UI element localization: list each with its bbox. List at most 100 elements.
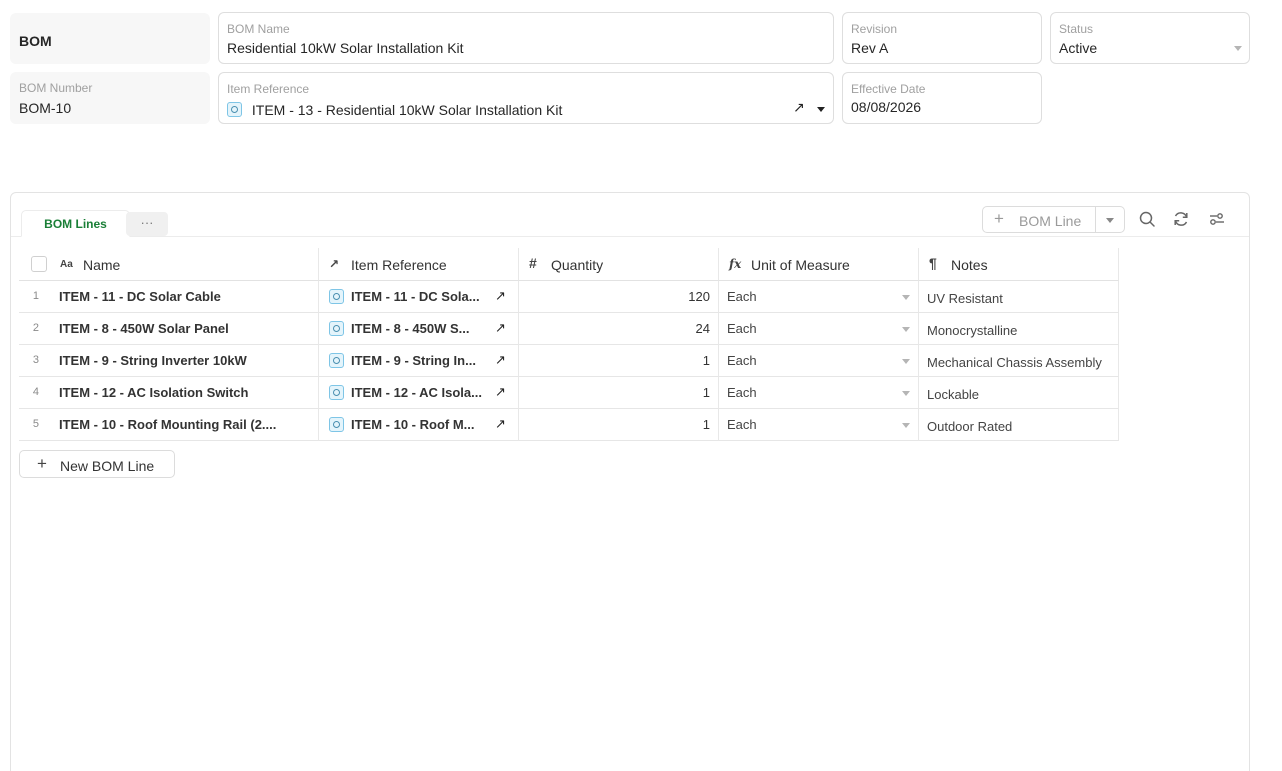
unit-of-measure-cell[interactable]: Each bbox=[719, 377, 919, 409]
row-name: ITEM - 8 - 450W Solar Panel bbox=[59, 321, 229, 336]
formula-type-icon: fx bbox=[729, 257, 742, 271]
notes-cell[interactable]: Outdoor Rated bbox=[919, 409, 1119, 441]
quantity-cell[interactable]: 1 bbox=[519, 377, 719, 409]
plus-icon: + bbox=[37, 454, 47, 473]
text-type-icon: Aa bbox=[60, 259, 73, 270]
row-item-reference: ITEM - 10 - Roof M... bbox=[351, 417, 475, 432]
column-header-notes[interactable]: ¶ Notes bbox=[919, 248, 1119, 281]
bom-name-field[interactable]: BOM Name Residential 10kW Solar Installa… bbox=[218, 12, 834, 64]
item-icon bbox=[329, 289, 344, 304]
name-cell[interactable]: 5 ITEM - 10 - Roof Mounting Rail (2.... bbox=[19, 409, 319, 441]
effective-date-field[interactable]: Effective Date 08/08/2026 bbox=[842, 72, 1042, 124]
bom-name-value[interactable]: Residential 10kW Solar Installation Kit bbox=[227, 40, 464, 56]
row-number: 4 bbox=[32, 386, 39, 398]
plus-icon: + bbox=[994, 209, 1004, 228]
row-number: 2 bbox=[32, 322, 39, 334]
row-unit: Each bbox=[727, 321, 757, 336]
row-quantity: 1 bbox=[702, 385, 710, 400]
quantity-cell[interactable]: 1 bbox=[519, 409, 719, 441]
row-unit: Each bbox=[727, 289, 757, 304]
tab-more[interactable]: ··· bbox=[126, 212, 168, 236]
open-link-icon[interactable]: ↗ bbox=[495, 384, 506, 400]
item-icon bbox=[329, 385, 344, 400]
search-icon[interactable] bbox=[1137, 209, 1157, 229]
open-link-icon[interactable]: ↗ bbox=[495, 416, 506, 432]
unit-of-measure-cell[interactable]: Each bbox=[719, 313, 919, 345]
status-select[interactable]: Status Active bbox=[1050, 12, 1250, 64]
notes-cell[interactable]: Mechanical Chassis Assembly bbox=[919, 345, 1119, 377]
open-link-icon[interactable]: ↗ bbox=[495, 320, 506, 336]
open-link-icon[interactable]: ↗ bbox=[495, 352, 506, 368]
chevron-down-icon[interactable] bbox=[902, 391, 910, 396]
effective-date-label: Effective Date bbox=[851, 82, 926, 96]
unit-of-measure-cell[interactable]: Each bbox=[719, 281, 919, 313]
link-type-icon: ↗ bbox=[329, 257, 340, 271]
row-quantity: 1 bbox=[702, 417, 710, 432]
row-name: ITEM - 10 - Roof Mounting Rail (2.... bbox=[59, 417, 277, 432]
chevron-down-icon[interactable] bbox=[1106, 218, 1114, 223]
row-item-reference: ITEM - 9 - String In... bbox=[351, 353, 476, 368]
tab-bar: BOM Lines ··· + BOM Line bbox=[11, 193, 1249, 237]
new-bom-line-button[interactable]: + New BOM Line bbox=[19, 450, 175, 478]
row-notes: Mechanical Chassis Assembly bbox=[927, 355, 1102, 370]
unit-of-measure-cell[interactable]: Each bbox=[719, 409, 919, 441]
row-notes: Monocrystalline bbox=[927, 323, 1018, 338]
row-number: 5 bbox=[32, 418, 39, 430]
chevron-down-icon[interactable] bbox=[817, 107, 825, 112]
refresh-icon[interactable] bbox=[1171, 209, 1191, 229]
row-number: 3 bbox=[32, 354, 39, 366]
item-reference-cell[interactable]: ITEM - 12 - AC Isola... ↗ bbox=[319, 377, 519, 409]
bom-lines-panel: BOM Lines ··· + BOM Line Aa Name ↗ Item … bbox=[10, 192, 1250, 771]
row-name: ITEM - 9 - String Inverter 10kW bbox=[59, 353, 247, 368]
bom-name-label: BOM Name bbox=[227, 22, 290, 36]
row-name: ITEM - 12 - AC Isolation Switch bbox=[59, 385, 249, 400]
effective-date-value[interactable]: 08/08/2026 bbox=[851, 99, 921, 115]
add-bom-line-button[interactable]: + BOM Line bbox=[982, 206, 1125, 233]
column-label: Quantity bbox=[551, 257, 604, 273]
open-link-icon[interactable]: ↗ bbox=[793, 99, 805, 116]
row-number: 1 bbox=[32, 290, 39, 302]
name-cell[interactable]: 1 ITEM - 11 - DC Solar Cable bbox=[19, 281, 319, 313]
column-header-item-reference[interactable]: ↗ Item Reference bbox=[319, 248, 519, 281]
settings-icon[interactable] bbox=[1207, 209, 1227, 229]
column-header-quantity[interactable]: # Quantity bbox=[519, 248, 719, 281]
column-label: Unit of Measure bbox=[751, 257, 850, 273]
name-cell[interactable]: 2 ITEM - 8 - 450W Solar Panel bbox=[19, 313, 319, 345]
name-cell[interactable]: 4 ITEM - 12 - AC Isolation Switch bbox=[19, 377, 319, 409]
row-name: ITEM - 11 - DC Solar Cable bbox=[59, 289, 221, 304]
number-type-icon: # bbox=[529, 255, 537, 271]
quantity-cell[interactable]: 120 bbox=[519, 281, 719, 313]
item-reference-value[interactable]: ITEM - 13 - Residential 10kW Solar Insta… bbox=[227, 102, 562, 118]
select-all-checkbox[interactable] bbox=[31, 256, 47, 272]
chevron-down-icon[interactable] bbox=[902, 359, 910, 364]
item-icon bbox=[329, 321, 344, 336]
unit-of-measure-cell[interactable]: Each bbox=[719, 345, 919, 377]
chevron-down-icon[interactable] bbox=[902, 327, 910, 332]
item-reference-cell[interactable]: ITEM - 9 - String In... ↗ bbox=[319, 345, 519, 377]
notes-cell[interactable]: UV Resistant bbox=[919, 281, 1119, 313]
column-header-unit-of-measure[interactable]: fx Unit of Measure bbox=[719, 248, 919, 281]
notes-cell[interactable]: Lockable bbox=[919, 377, 1119, 409]
revision-field[interactable]: Revision Rev A bbox=[842, 12, 1042, 64]
item-reference-cell[interactable]: ITEM - 8 - 450W S... ↗ bbox=[319, 313, 519, 345]
name-cell[interactable]: 3 ITEM - 9 - String Inverter 10kW bbox=[19, 345, 319, 377]
item-reference-cell[interactable]: ITEM - 11 - DC Sola... ↗ bbox=[319, 281, 519, 313]
chevron-down-icon[interactable] bbox=[1234, 46, 1242, 51]
revision-value[interactable]: Rev A bbox=[851, 40, 888, 56]
column-header-name[interactable]: Aa Name bbox=[19, 248, 319, 281]
chevron-down-icon[interactable] bbox=[902, 295, 910, 300]
chevron-down-icon[interactable] bbox=[902, 423, 910, 428]
tab-bom-lines[interactable]: BOM Lines bbox=[21, 210, 130, 237]
quantity-cell[interactable]: 1 bbox=[519, 345, 719, 377]
page-title: BOM bbox=[19, 33, 52, 49]
item-reference-cell[interactable]: ITEM - 10 - Roof M... ↗ bbox=[319, 409, 519, 441]
revision-label: Revision bbox=[851, 22, 898, 36]
notes-cell[interactable]: Monocrystalline bbox=[919, 313, 1119, 345]
open-link-icon[interactable]: ↗ bbox=[495, 288, 506, 304]
item-icon bbox=[227, 102, 242, 117]
quantity-cell[interactable]: 24 bbox=[519, 313, 719, 345]
row-item-reference: ITEM - 8 - 450W S... bbox=[351, 321, 470, 336]
row-notes: Outdoor Rated bbox=[927, 419, 1013, 434]
item-reference-field[interactable]: Item Reference ITEM - 13 - Residential 1… bbox=[218, 72, 834, 124]
row-item-reference: ITEM - 12 - AC Isola... bbox=[351, 385, 482, 400]
